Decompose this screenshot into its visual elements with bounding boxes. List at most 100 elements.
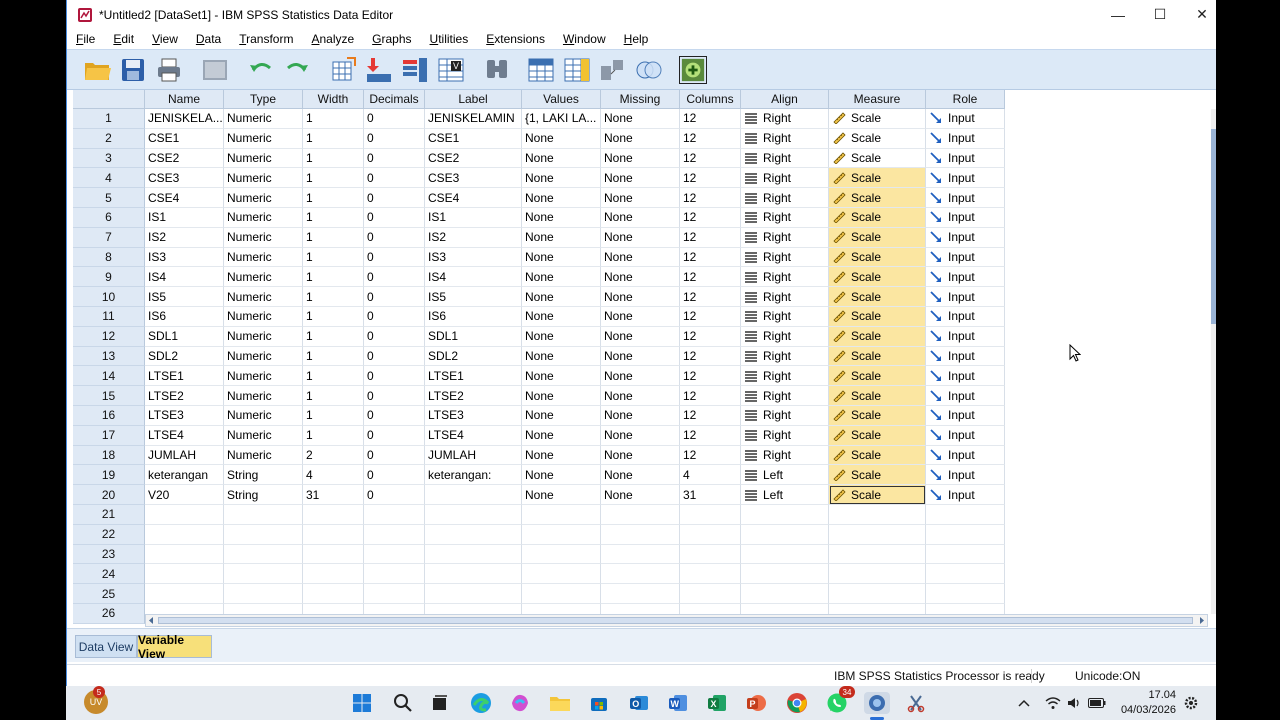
- cell-width[interactable]: 1: [303, 188, 364, 208]
- cell-name[interactable]: CSE3: [145, 168, 224, 189]
- cell-role[interactable]: Input: [926, 445, 1005, 466]
- cell-width[interactable]: 1: [303, 148, 364, 169]
- cell-type[interactable]: String: [224, 465, 303, 486]
- row-number[interactable]: 24: [73, 564, 145, 585]
- row-number[interactable]: 18: [73, 445, 145, 466]
- cell-decimals[interactable]: 0: [364, 247, 425, 268]
- cell-width[interactable]: 1: [303, 287, 364, 307]
- cell-align[interactable]: Right: [741, 326, 829, 347]
- cell-align[interactable]: Right: [741, 366, 829, 387]
- row-number[interactable]: 11: [73, 306, 145, 327]
- cell-label[interactable]: LTSE2: [425, 386, 522, 406]
- cell-values[interactable]: None: [522, 386, 601, 406]
- cell-columns[interactable]: 12: [680, 386, 741, 406]
- cell-type[interactable]: Numeric: [224, 425, 303, 446]
- cell-type[interactable]: Numeric: [224, 287, 303, 307]
- cell-type[interactable]: [224, 524, 303, 545]
- cell-width[interactable]: 1: [303, 247, 364, 268]
- menu-file[interactable]: File: [67, 32, 104, 46]
- cell-align[interactable]: [741, 524, 829, 545]
- cell-decimals[interactable]: [364, 564, 425, 585]
- cell-missing[interactable]: [601, 564, 680, 585]
- cell-role[interactable]: Input: [926, 128, 1005, 149]
- row-number[interactable]: 9: [73, 267, 145, 288]
- cell-columns[interactable]: 12: [680, 425, 741, 446]
- cell-missing[interactable]: [601, 544, 680, 565]
- cell-name[interactable]: [145, 504, 224, 525]
- cell-align[interactable]: Right: [741, 207, 829, 228]
- cell-role[interactable]: Input: [926, 306, 1005, 327]
- cell-columns[interactable]: 12: [680, 326, 741, 347]
- cell-width[interactable]: 1: [303, 326, 364, 347]
- cell-decimals[interactable]: [364, 584, 425, 604]
- taskbar-tools[interactable]: [904, 692, 928, 714]
- row-number[interactable]: 8: [73, 247, 145, 268]
- cell-name[interactable]: CSE2: [145, 148, 224, 169]
- cell-type[interactable]: Numeric: [224, 306, 303, 327]
- cell-columns[interactable]: 12: [680, 227, 741, 248]
- row-number[interactable]: 12: [73, 326, 145, 347]
- cell-width[interactable]: [303, 584, 364, 604]
- cell-type[interactable]: Numeric: [224, 386, 303, 406]
- cell-missing[interactable]: None: [601, 326, 680, 347]
- cell-columns[interactable]: 12: [680, 287, 741, 307]
- dialog-recall-button[interactable]: [201, 56, 229, 84]
- cell-columns[interactable]: [680, 524, 741, 545]
- cell-role[interactable]: [926, 524, 1005, 545]
- cell-measure[interactable]: Scale: [829, 207, 926, 228]
- cell-align[interactable]: Right: [741, 227, 829, 248]
- grid-corner[interactable]: [73, 90, 145, 109]
- cell-align[interactable]: Right: [741, 267, 829, 288]
- cell-decimals[interactable]: 0: [364, 227, 425, 248]
- cell-role[interactable]: Input: [926, 346, 1005, 367]
- cell-decimals[interactable]: 0: [364, 445, 425, 466]
- cell-role[interactable]: Input: [926, 267, 1005, 288]
- cell-measure[interactable]: Scale: [829, 306, 926, 327]
- run-descriptives-button[interactable]: V: [437, 56, 465, 84]
- cell-role[interactable]: [926, 584, 1005, 604]
- cell-decimals[interactable]: 0: [364, 386, 425, 406]
- cell-missing[interactable]: None: [601, 366, 680, 387]
- cell-type[interactable]: Numeric: [224, 128, 303, 149]
- cell-type[interactable]: Numeric: [224, 247, 303, 268]
- cell-missing[interactable]: None: [601, 287, 680, 307]
- cell-type[interactable]: Numeric: [224, 366, 303, 387]
- cell-align[interactable]: Left: [741, 465, 829, 486]
- clock[interactable]: 17.04 04/03/2026: [1114, 688, 1176, 718]
- cell-measure[interactable]: [829, 584, 926, 604]
- wifi-button[interactable]: [1044, 692, 1062, 714]
- cell-missing[interactable]: None: [601, 485, 680, 505]
- cell-decimals[interactable]: 0: [364, 207, 425, 228]
- cell-missing[interactable]: None: [601, 168, 680, 189]
- cell-type[interactable]: Numeric: [224, 445, 303, 466]
- cell-align[interactable]: Right: [741, 128, 829, 149]
- cell-values[interactable]: None: [522, 188, 601, 208]
- cell-type[interactable]: String: [224, 485, 303, 505]
- cell-columns[interactable]: 12: [680, 148, 741, 169]
- cell-measure[interactable]: Scale: [829, 148, 926, 169]
- row-number[interactable]: 7: [73, 227, 145, 248]
- cell-role[interactable]: Input: [926, 148, 1005, 169]
- row-number[interactable]: 3: [73, 148, 145, 169]
- cell-name[interactable]: JUMLAH: [145, 445, 224, 466]
- cell-role[interactable]: Input: [926, 485, 1005, 505]
- cell-width[interactable]: 1: [303, 366, 364, 387]
- cell-columns[interactable]: 12: [680, 267, 741, 288]
- cell-width[interactable]: 1: [303, 346, 364, 367]
- cell-values[interactable]: [522, 584, 601, 604]
- insert-variable-button[interactable]: [563, 56, 591, 84]
- cell-measure[interactable]: [829, 564, 926, 585]
- cell-values[interactable]: [522, 524, 601, 545]
- cell-role[interactable]: [926, 504, 1005, 525]
- menu-view[interactable]: View: [143, 32, 187, 46]
- maximize-button[interactable]: ☐: [1139, 0, 1181, 29]
- cell-width[interactable]: 4: [303, 465, 364, 486]
- column-header-label[interactable]: Label: [425, 90, 522, 109]
- menu-help[interactable]: Help: [615, 32, 658, 46]
- cell-columns[interactable]: 12: [680, 188, 741, 208]
- cell-values[interactable]: None: [522, 207, 601, 228]
- cell-name[interactable]: [145, 524, 224, 545]
- row-number[interactable]: 23: [73, 544, 145, 565]
- column-header-values[interactable]: Values: [522, 90, 601, 109]
- cell-columns[interactable]: 31: [680, 485, 741, 505]
